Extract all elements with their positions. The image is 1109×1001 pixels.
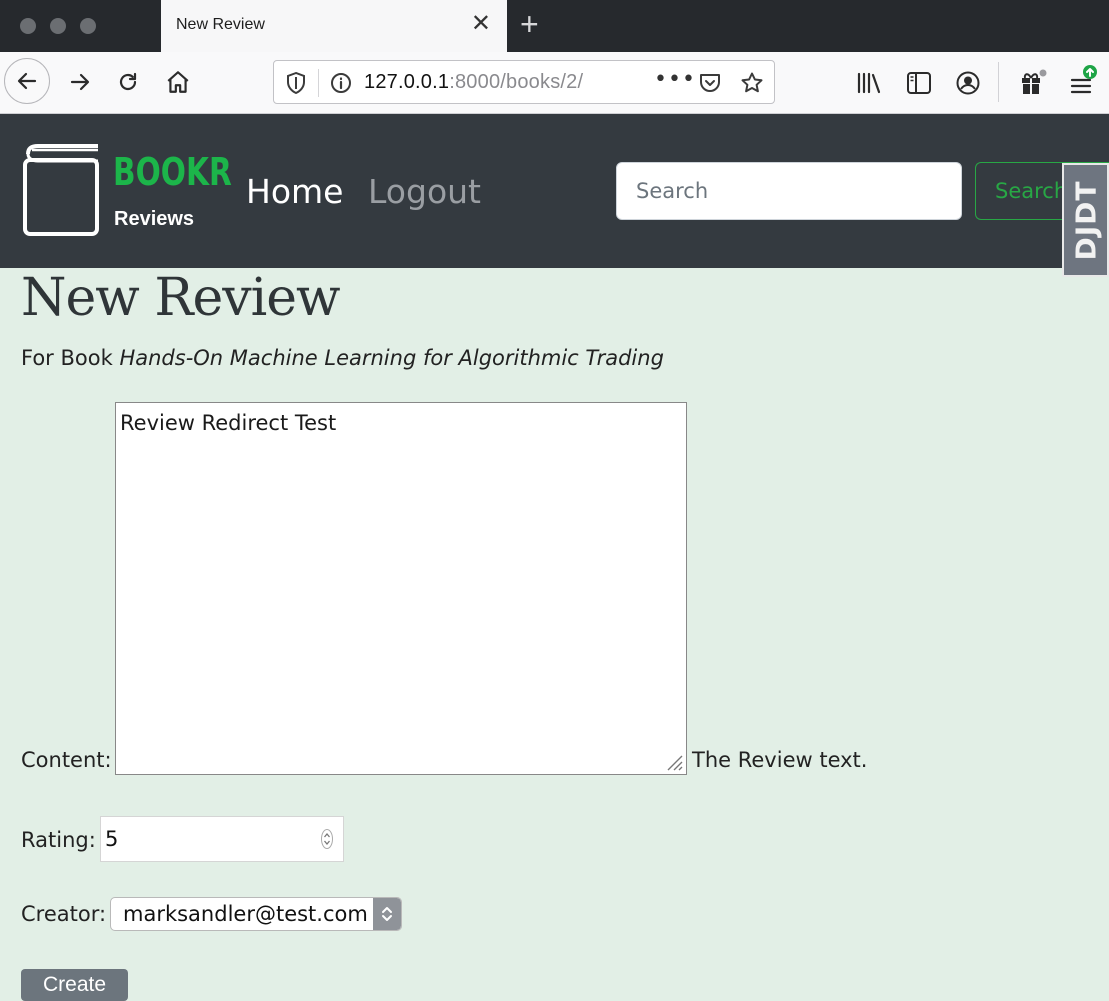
url-host: 127.0.0.1 [364, 71, 450, 93]
url-path: :8000/books/2/ [449, 71, 584, 93]
brand-name[interactable]: BOOKR [113, 150, 232, 194]
bookmark-star-icon[interactable] [740, 71, 764, 95]
content-label: Content: [21, 748, 112, 772]
creator-label: Creator: [21, 902, 107, 926]
creator-select[interactable]: marksandler@test.com [110, 897, 402, 931]
window-close-dot[interactable] [20, 18, 36, 34]
browser-toolbar: 127.0.0.1:8000/books/2/ ••• [0, 52, 1109, 114]
content-help-text: The Review text. [692, 748, 868, 772]
creator-selected-value: marksandler@test.com [123, 902, 368, 926]
page-actions-icon[interactable]: ••• [654, 67, 696, 92]
divider [998, 62, 999, 102]
resize-grip-icon[interactable] [664, 752, 684, 772]
browser-tab-bar: New Review ✕ + [0, 0, 1109, 52]
divider [318, 69, 319, 97]
rating-label: Rating: [21, 828, 96, 852]
reload-icon [119, 72, 137, 91]
book-logo-icon[interactable] [22, 144, 102, 238]
book-prefix: For Book [21, 346, 113, 370]
arrow-right-icon [70, 73, 90, 91]
debug-toolbar-handle[interactable]: DJDT [1062, 163, 1109, 277]
chevron-up-down-icon [382, 907, 392, 921]
address-bar[interactable]: 127.0.0.1:8000/books/2/ ••• [273, 60, 775, 104]
url-text[interactable]: 127.0.0.1:8000/books/2/ [364, 71, 583, 94]
home-icon [167, 71, 189, 93]
book-title: Hands-On Machine Learning for Algorithmi… [119, 346, 664, 370]
create-button[interactable]: Create [21, 969, 128, 1001]
debug-toolbar-label: DJDT [1069, 179, 1103, 261]
home-button[interactable] [158, 62, 198, 102]
rating-input[interactable]: 5 [100, 816, 344, 862]
brand-tagline: Reviews [114, 208, 195, 230]
content-textarea[interactable]: Review Redirect Test [115, 402, 687, 775]
browser-tab[interactable]: New Review ✕ [161, 0, 507, 52]
extension-gift-icon[interactable] [1018, 68, 1048, 96]
spinner-arrows-icon[interactable] [320, 828, 334, 850]
page-title: New Review [21, 268, 341, 328]
info-icon[interactable] [330, 72, 352, 94]
tab-close-icon[interactable]: ✕ [471, 11, 491, 35]
back-button[interactable] [4, 58, 50, 104]
window-minimize-dot[interactable] [50, 18, 66, 34]
select-arrows [373, 898, 401, 930]
tab-title: New Review [176, 16, 265, 33]
forward-button[interactable] [60, 62, 100, 102]
sidebar-icon[interactable] [906, 71, 932, 95]
library-icon[interactable] [856, 72, 882, 94]
pocket-icon[interactable] [698, 72, 722, 94]
nav-link-home[interactable]: Home [246, 172, 343, 211]
search-input[interactable]: Search [616, 162, 962, 220]
account-icon[interactable] [955, 70, 981, 96]
nav-link-logout[interactable]: Logout [368, 172, 481, 211]
menu-icon[interactable] [1068, 64, 1100, 98]
window-zoom-dot[interactable] [80, 18, 96, 34]
arrow-left-icon [17, 72, 37, 90]
book-subtitle: For Book Hands-On Machine Learning for A… [21, 346, 664, 370]
reload-button[interactable] [108, 62, 148, 102]
new-tab-icon[interactable]: + [520, 8, 539, 40]
site-navbar: BOOKR Reviews Home Logout Search Search [0, 114, 1109, 268]
shield-icon[interactable] [286, 72, 306, 94]
